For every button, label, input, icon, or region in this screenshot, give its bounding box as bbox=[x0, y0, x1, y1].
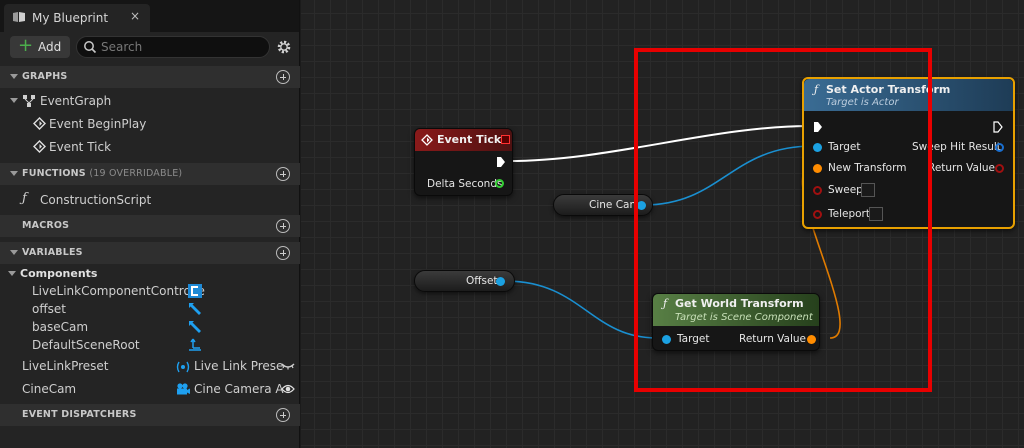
eye-icon[interactable] bbox=[281, 383, 295, 395]
section-event-dispatchers[interactable]: EVENT DISPATCHERS bbox=[0, 404, 300, 426]
section-graphs-label: GRAPHS bbox=[22, 71, 68, 82]
function-icon: ƒ bbox=[22, 191, 27, 206]
eye-closed-icon[interactable] bbox=[281, 361, 295, 371]
blueprint-icon bbox=[13, 12, 25, 22]
delta-seconds-pin[interactable] bbox=[495, 179, 504, 188]
component-livelink-controller[interactable]: LiveLinkComponentControlle bbox=[32, 284, 205, 298]
tree-item-event-beginplay[interactable]: Event BeginPlay bbox=[49, 117, 146, 131]
exec-out-pin[interactable] bbox=[993, 121, 1003, 133]
camera-icon bbox=[177, 383, 190, 395]
section-macros[interactable]: MACROS bbox=[0, 215, 300, 237]
cine-cam-label: Cine Cam bbox=[589, 199, 640, 211]
toolbar: + Add bbox=[0, 32, 300, 62]
graph-canvas[interactable]: Event Tick Delta Seconds Cine Cam Offset… bbox=[301, 0, 1024, 448]
offset-label: Offset bbox=[466, 275, 498, 287]
collapse-caret-icon bbox=[10, 250, 18, 255]
add-button[interactable]: + Add bbox=[10, 35, 70, 58]
event-icon bbox=[33, 117, 46, 130]
search-icon bbox=[84, 41, 97, 54]
tab-bar: My Blueprint × bbox=[0, 0, 299, 32]
search-input[interactable] bbox=[101, 39, 261, 55]
gear-icon[interactable] bbox=[276, 39, 292, 55]
offset-variable-node[interactable]: Offset bbox=[414, 270, 515, 292]
section-functions[interactable]: FUNCTIONS (19 OVERRIDABLE) bbox=[0, 163, 300, 185]
exec-out-pin[interactable] bbox=[496, 156, 506, 168]
event-icon bbox=[33, 140, 46, 153]
collapse-caret-icon bbox=[10, 74, 18, 79]
plus-icon: + bbox=[18, 35, 34, 56]
event-tick-header: Event Tick bbox=[415, 129, 512, 151]
section-variables-label: VARIABLES bbox=[22, 247, 83, 258]
expand-caret-icon[interactable] bbox=[8, 271, 16, 276]
sweep-hit-result-pin[interactable] bbox=[995, 143, 1004, 152]
section-graphs[interactable]: GRAPHS bbox=[0, 66, 300, 88]
livelink-preset-icon bbox=[176, 361, 190, 373]
overridable-count: (19 OVERRIDABLE) bbox=[89, 168, 183, 179]
search-box[interactable] bbox=[76, 36, 270, 58]
expand-caret-icon[interactable] bbox=[10, 98, 18, 103]
variable-livelink-preset-type[interactable]: Live Link Prese bbox=[194, 359, 283, 373]
offset-output-pin[interactable] bbox=[496, 277, 505, 286]
highlight-box bbox=[634, 48, 932, 392]
close-icon[interactable]: × bbox=[130, 9, 140, 23]
add-function-icon[interactable] bbox=[276, 167, 290, 181]
variable-livelink-preset[interactable]: LiveLinkPreset bbox=[22, 359, 109, 373]
add-macro-icon[interactable] bbox=[276, 219, 290, 233]
add-graph-icon[interactable] bbox=[276, 70, 290, 84]
event-graph-icon bbox=[23, 95, 35, 107]
tab-title: My Blueprint bbox=[32, 11, 109, 25]
event-tick-title: Event Tick bbox=[437, 133, 502, 146]
delegate-pin-icon[interactable] bbox=[501, 135, 510, 144]
add-variable-icon[interactable] bbox=[276, 246, 290, 260]
add-button-label: Add bbox=[38, 40, 62, 54]
scene-component-icon bbox=[189, 303, 201, 315]
section-event-dispatchers-label: EVENT DISPATCHERS bbox=[22, 409, 137, 420]
tree-item-event-tick[interactable]: Event Tick bbox=[49, 140, 111, 154]
components-category[interactable]: Components bbox=[20, 267, 97, 280]
tab-my-blueprint[interactable]: My Blueprint × bbox=[4, 4, 150, 32]
tree-item-event-graph[interactable]: EventGraph bbox=[40, 94, 111, 108]
variable-cinecam-type[interactable]: Cine Camera A bbox=[194, 382, 284, 396]
scene-component-icon bbox=[189, 321, 201, 333]
event-icon bbox=[421, 134, 433, 146]
event-tick-node[interactable]: Event Tick Delta Seconds bbox=[414, 128, 513, 196]
livelink-component-icon bbox=[188, 284, 202, 298]
tree-item-construction-script[interactable]: ConstructionScript bbox=[40, 193, 151, 207]
delta-seconds-label: Delta Seconds bbox=[427, 178, 503, 190]
component-basecam[interactable]: baseCam bbox=[32, 320, 88, 334]
scene-root-icon bbox=[189, 338, 201, 351]
add-event-dispatcher-icon[interactable] bbox=[276, 408, 290, 422]
component-offset[interactable]: offset bbox=[32, 302, 66, 316]
section-macros-label: MACROS bbox=[22, 220, 70, 231]
return-value-pin[interactable] bbox=[995, 164, 1004, 173]
return-value-label: Return Value bbox=[928, 162, 996, 174]
variable-cinecam[interactable]: CineCam bbox=[22, 382, 76, 396]
section-functions-label: FUNCTIONS (19 OVERRIDABLE) bbox=[22, 168, 183, 179]
my-blueprint-panel: My Blueprint × + Add GRAPHS EventGraph bbox=[0, 0, 300, 448]
component-default-scene-root[interactable]: DefaultSceneRoot bbox=[32, 338, 140, 352]
collapse-caret-icon bbox=[10, 171, 18, 176]
section-variables[interactable]: VARIABLES bbox=[0, 242, 300, 264]
